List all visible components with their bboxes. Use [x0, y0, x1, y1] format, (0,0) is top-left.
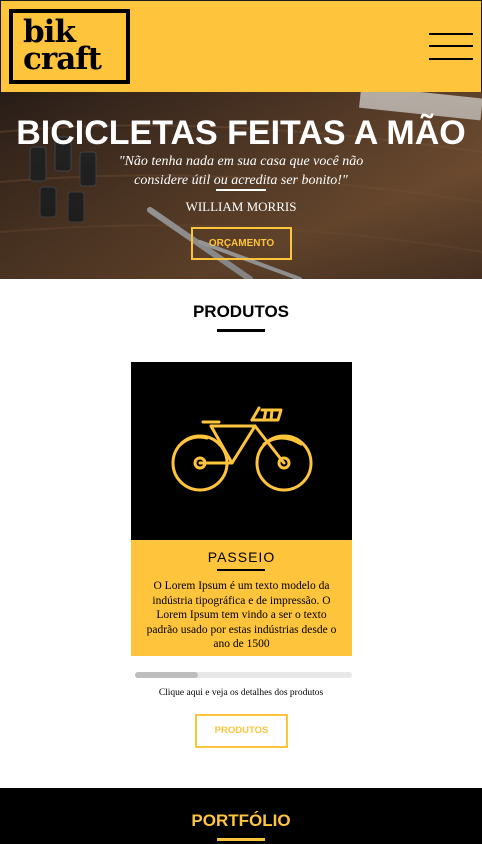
hero-quote: "Não tenha nada em sua casa que você não…: [118, 154, 364, 188]
product-name: PASSEIO: [207, 549, 276, 565]
product-name-underline: [217, 569, 265, 571]
product-card-image: [131, 362, 352, 540]
hero-title: BICICLETAS FEITAS A MÃO: [16, 114, 466, 152]
hamburger-menu-icon[interactable]: [429, 31, 473, 61]
site-header: bik craft: [0, 0, 482, 92]
product-description: O Lorem Ipsum é um texto modelo da indús…: [146, 580, 337, 650]
product-card[interactable]: PASSEIO O Lorem Ipsum é um texto modelo …: [131, 362, 352, 656]
orcamento-button[interactable]: ORÇAMENTO: [191, 227, 292, 260]
logo-line-2: craft: [23, 41, 102, 77]
bikcraft-logo[interactable]: bik craft: [9, 9, 130, 84]
hero-banner: BICICLETAS FEITAS A MÃO "Não tenha nada …: [0, 92, 482, 279]
products-title-underline: [217, 329, 265, 332]
portfolio-section: PORTFÓLIO: [0, 788, 482, 844]
products-hint-text: Clique aqui e veja os detalhes dos produ…: [158, 688, 324, 698]
product-card-body: PASSEIO O Lorem Ipsum é um texto modelo …: [131, 540, 352, 656]
portfolio-section-title: PORTFÓLIO: [191, 811, 291, 830]
produtos-button[interactable]: PRODUTOS: [195, 714, 288, 748]
menu-bar: [429, 58, 473, 60]
products-section-title: PRODUTOS: [192, 302, 290, 321]
bicycle-icon: [171, 406, 313, 492]
products-scrollbar-thumb[interactable]: [135, 672, 198, 678]
menu-bar: [429, 33, 473, 35]
hero-quote-author: WILLIAM MORRIS: [185, 199, 297, 214]
hero-divider: [216, 189, 266, 191]
menu-bar: [429, 45, 473, 47]
portfolio-title-underline: [217, 838, 265, 841]
